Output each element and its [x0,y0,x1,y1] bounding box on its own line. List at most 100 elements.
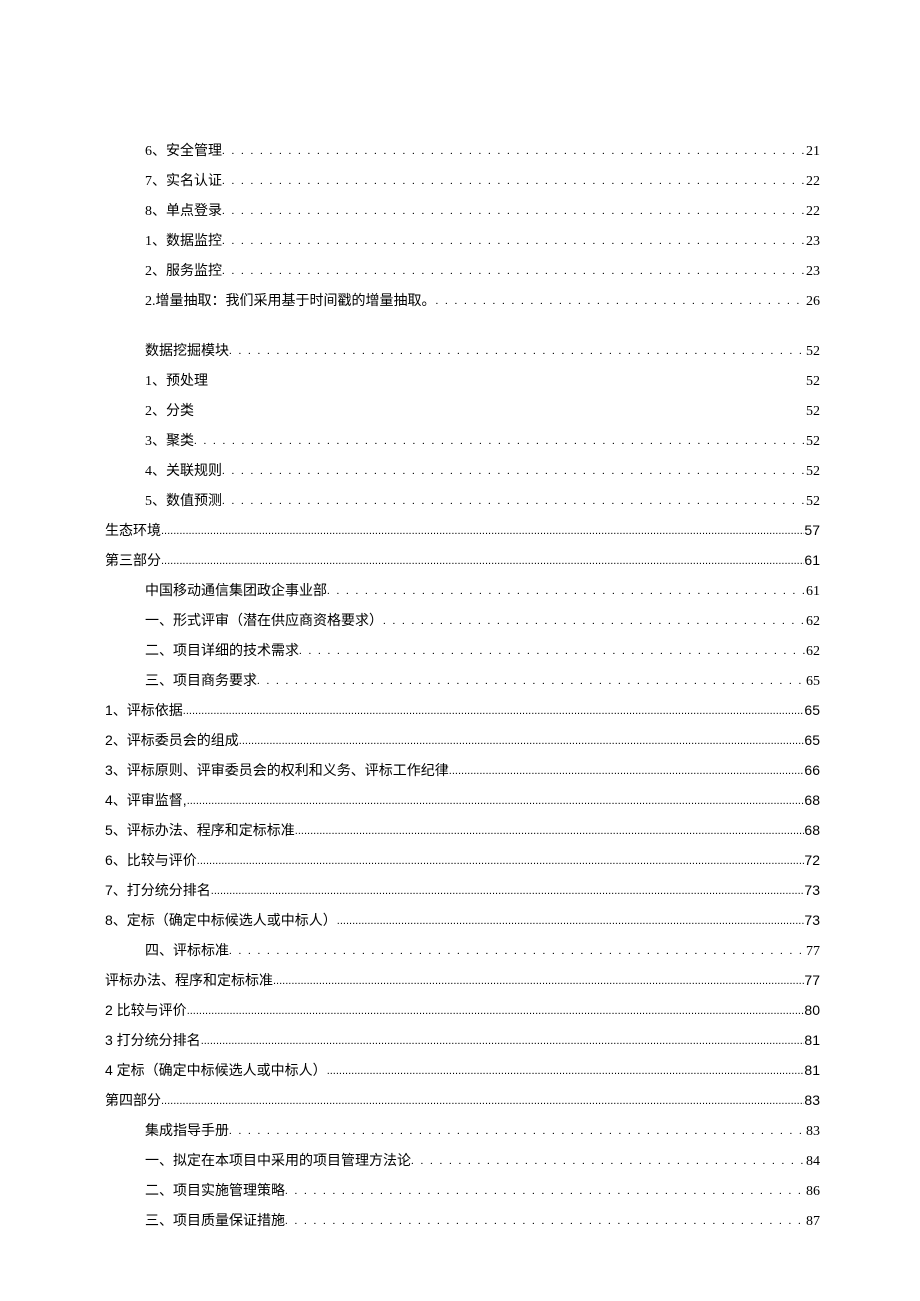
toc-label: 中国移动通信集团政企事业部 [145,580,327,600]
toc-page: 86 [806,1184,820,1200]
toc-page: 52 [806,464,820,480]
toc-entry: 四、评标标准. . . . . . . . . . . . . . . . . … [145,940,820,960]
toc-entry: 8、单点登录. . . . . . . . . . . . . . . . . … [145,200,820,220]
toc-label: 2、分类 [145,400,194,420]
toc-page: 77 [806,944,820,960]
toc-page: 61 [806,584,820,600]
toc-page: 23 [806,264,820,280]
toc-leader: . . . . . . . . . . . . . . . . . . . . … [436,295,807,307]
toc-entry: 5、评标办法、程序和定标标准 .........................… [105,820,820,840]
toc-entry: 2、评标委员会的组成..............................… [105,730,820,750]
toc-leader: ........................................… [273,975,804,987]
toc-label: 三、项目质量保证措施 [145,1210,285,1230]
toc-page: 57 [804,522,820,538]
toc-leader: . . . . . . . . . . . . . . . . . . . . … [194,435,806,447]
toc-entry: 4 定标（确定中标候选人或中标人）.......................… [105,1060,820,1080]
toc-entry: 3 打分统分排名 ...............................… [105,1030,820,1050]
toc-page: 22 [806,174,820,190]
toc-entry: 中国移动通信集团政企事业部. . . . . . . . . . . . . .… [145,580,820,600]
toc-entry: 2、服务监控. . . . . . . . . . . . . . . . . … [145,260,820,280]
toc-leader: ........................................… [161,525,804,537]
toc-entry: 1、预处理. . . . . . . . . . . . . . . . . .… [145,370,820,390]
toc-entry: 2、分类. . . . . . . . . . . . . . . . . . … [145,400,820,420]
toc-label: 数据挖掘模块 [145,340,229,360]
toc-leader: . . . . . . . . . . . . . . . . . . . . … [222,465,806,477]
toc-entry: 第四部分....................................… [105,1090,820,1110]
toc-label: 二、项目详细的技术需求 [145,640,299,660]
toc-page: 68 [804,792,820,808]
toc-entry: 3、聚类. . . . . . . . . . . . . . . . . . … [145,430,820,450]
toc-label: 6、比较与评价 [105,850,197,870]
toc-page: 84 [806,1154,820,1170]
toc-page: 83 [804,1092,820,1108]
toc-gap [105,320,820,340]
toc-label: 评标办法、程序和定标标准 [105,970,273,990]
toc-leader: ........................................… [161,555,804,567]
toc-label: 生态环境 [105,520,161,540]
toc-leader: . . . . . . . . . . . . . . . . . . . . … [222,265,806,277]
toc-page: 21 [806,144,820,160]
toc-page: 65 [806,674,820,690]
toc-label: 二、项目实施管理策略 [145,1180,285,1200]
toc-entry: 1、评标依据..................................… [105,700,820,720]
toc-entry: 4、关联规则. . . . . . . . . . . . . . . . . … [145,460,820,480]
toc-leader: . . . . . . . . . . . . . . . . . . . . … [257,675,806,687]
toc-label: 一、拟定在本项目中采用的项目管理方法论 [145,1150,411,1170]
toc-leader: ........................................… [187,795,805,807]
toc-entry: 1、数据监控. . . . . . . . . . . . . . . . . … [145,230,820,250]
toc-label: 8、单点登录 [145,200,222,220]
toc-label: 集成指导手册 [145,1120,229,1140]
toc-leader: ........................................… [327,1065,805,1077]
toc-label: 1、评标依据 [105,700,183,720]
toc-label: 5、数值预测 [145,490,222,510]
toc-leader: . . . . . . . . . . . . . . . . . . . . … [222,205,806,217]
toc-label: 2 比较与评价 [105,1000,187,1020]
toc-page: 66 [804,762,820,778]
toc-label: 4、评审监督, [105,790,187,810]
toc-page: 52 [806,404,820,420]
toc-entry: 第三部分....................................… [105,550,820,570]
toc-label: 3、聚类 [145,430,194,450]
toc-label: 一、形式评审（潜在供应商资格要求） [145,610,383,630]
toc-page: 83 [806,1124,820,1140]
toc-entry: 5、数值预测. . . . . . . . . . . . . . . . . … [145,490,820,510]
toc-label: 第四部分 [105,1090,161,1110]
toc-label: 四、评标标准 [145,940,229,960]
toc-page: 68 [804,822,820,838]
toc-label: 4 定标（确定中标候选人或中标人） [105,1060,327,1080]
toc-entry: 二、项目详细的技术需求. . . . . . . . . . . . . . .… [145,640,820,660]
toc-page: 73 [804,882,820,898]
toc-label: 2、服务监控 [145,260,222,280]
toc-label: 2、评标委员会的组成 [105,730,239,750]
toc-page: 65 [804,732,820,748]
toc-leader: . . . . . . . . . . . . . . . . . . . . … [229,1125,806,1137]
toc-page: 62 [806,644,820,660]
toc-leader: ........................................… [183,705,805,717]
toc-page: 65 [804,702,820,718]
toc-page: 22 [806,204,820,220]
toc-leader: ........................................… [201,1035,805,1047]
toc-label: 7、打分统分排名 [105,880,211,900]
toc-entry: 7、实名认证. . . . . . . . . . . . . . . . . … [145,170,820,190]
toc-leader: . . . . . . . . . . . . . . . . . . . . … [383,615,806,627]
toc-page: 77 [804,972,820,988]
toc-leader: . . . . . . . . . . . . . . . . . . . . … [411,1155,806,1167]
toc-page: 52 [806,344,820,360]
toc-page: 62 [806,614,820,630]
toc-leader: . . . . . . . . . . . . . . . . . . . . … [222,495,806,507]
toc-leader: . . . . . . . . . . . . . . . . . . . . … [222,145,806,157]
toc-leader: . . . . . . . . . . . . . . . . . . . . … [285,1185,806,1197]
toc-leader: . . . . . . . . . . . . . . . . . . . . … [299,645,806,657]
toc-label: 1、预处理 [145,370,208,390]
toc-label: 3、评标原则、评审委员会的权利和义务、评标工作纪律 [105,760,449,780]
toc-label: 5、评标办法、程序和定标标准 [105,820,295,840]
toc-page: 73 [804,912,820,928]
toc-entry: 三、项目商务要求. . . . . . . . . . . . . . . . … [145,670,820,690]
toc-label: 3 打分统分排名 [105,1030,201,1050]
toc-label: 2.增量抽取：我们采用基于时间戳的增量抽取。 [145,290,436,310]
toc-page: 52 [806,434,820,450]
toc-leader: ........................................… [161,1095,804,1107]
toc-page: 26 [806,294,820,310]
toc-label: 6、安全管理 [145,140,222,160]
toc-entry: 一、拟定在本项目中采用的项目管理方法论. . . . . . . . . . .… [145,1150,820,1170]
